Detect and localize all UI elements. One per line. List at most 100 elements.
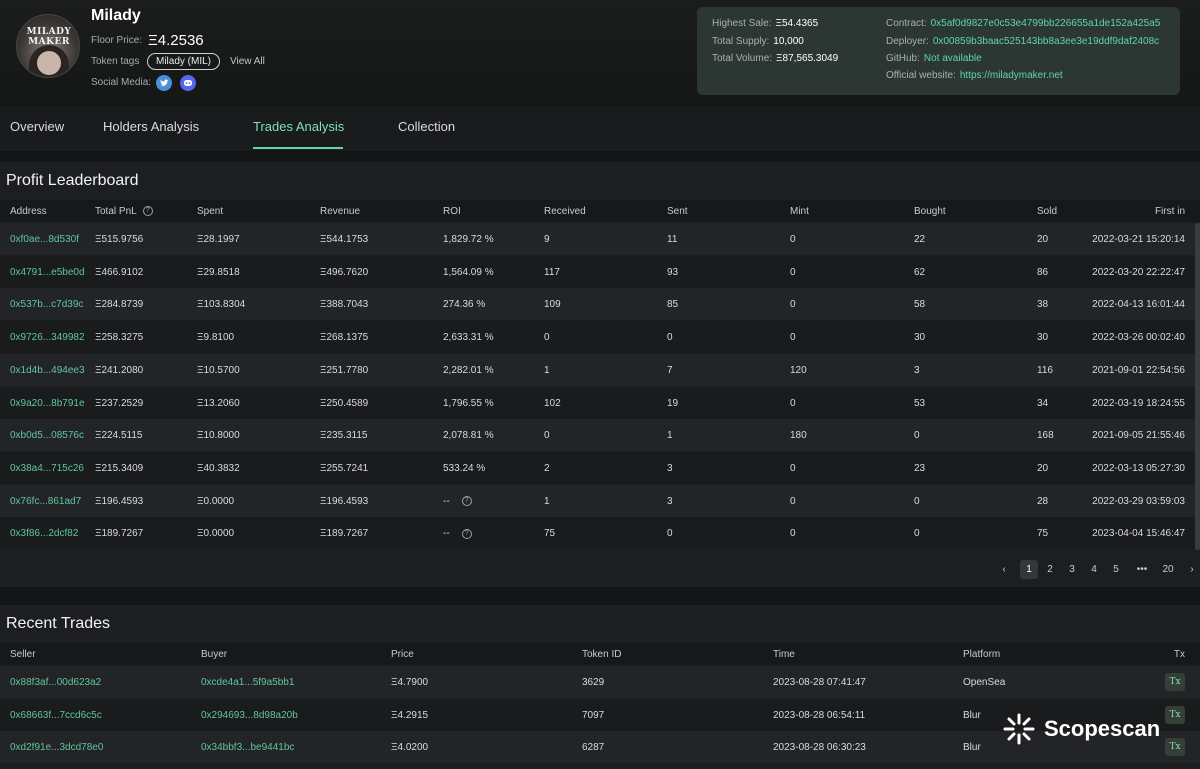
tab-collection[interactable]: Collection <box>398 119 455 134</box>
first-in-cell: 2023-04-04 15:46:47 <box>1092 528 1185 540</box>
pagination-ellipsis[interactable]: ••• <box>1129 560 1155 579</box>
deployer-address-link[interactable]: 0x00859b3baac525143bb8a3ee3e19ddf9daf240… <box>933 36 1159 47</box>
table-row[interactable]: 0x3f86...2dcf82 Ξ189.7267 Ξ0.0000 Ξ189.7267… <box>0 517 1195 550</box>
spent-cell: Ξ0.0000 <box>197 495 235 507</box>
help-icon[interactable]: ? <box>461 528 472 539</box>
table-row[interactable]: 0x76fc...861ad7 Ξ196.4593 Ξ0.0000 Ξ196.4593… <box>0 484 1195 517</box>
avatar-caption: MILADY MAKER <box>26 27 72 47</box>
buyer-address-link[interactable]: 0x294693...8d98a20b <box>201 710 298 721</box>
col-tx: Tx <box>1173 649 1185 660</box>
token-tag[interactable]: Milady (MIL) <box>147 53 221 70</box>
sold-cell: 38 <box>1037 299 1049 311</box>
address-link[interactable]: 0x537b...c7d39c <box>10 299 83 310</box>
tab-overview[interactable]: Overview <box>10 119 64 134</box>
address-link[interactable]: 0xb0d5...08576c <box>10 430 84 441</box>
table-row[interactable]: 0x1d4b...494ee3 Ξ241.2080 Ξ10.5700 Ξ251.778… <box>0 353 1195 386</box>
roi-cell: 1,564.09 % <box>443 266 494 278</box>
official-website-link[interactable]: https://miladymaker.net <box>960 70 1063 81</box>
pagination-next-button[interactable]: › <box>1184 560 1200 579</box>
col-total-pnl: Total PnL? <box>95 206 153 217</box>
mint-cell: 0 <box>790 528 796 540</box>
pagination-page-4[interactable]: 4 <box>1085 560 1103 579</box>
token-id-cell: 7097 <box>582 709 605 721</box>
seller-address-link[interactable]: 0x68663f...7ccd6c5c <box>10 710 102 721</box>
seller-address-link[interactable]: 0x88f3af...00d623a2 <box>10 677 101 688</box>
recent-trades-header-row: Seller Buyer Price Token ID Time Platfor… <box>0 643 1200 665</box>
pagination-page-1[interactable]: 1 <box>1020 560 1038 579</box>
received-cell: 102 <box>544 397 561 409</box>
tab-holders-analysis[interactable]: Holders Analysis <box>103 119 199 134</box>
collection-avatar: MILADY MAKER <box>16 14 80 78</box>
revenue-cell: Ξ189.7267 <box>320 528 369 540</box>
sent-cell: 1 <box>667 430 673 442</box>
address-link[interactable]: 0x76fc...861ad7 <box>10 496 81 507</box>
bought-cell: 0 <box>914 430 920 442</box>
platform-cell: OpenSea <box>963 677 1006 688</box>
sent-cell: 7 <box>667 364 673 376</box>
col-time: Time <box>773 649 795 660</box>
platform-cell: Blur <box>963 742 981 754</box>
first-in-cell: 2021-09-05 21:55:46 <box>1092 430 1185 442</box>
table-row[interactable]: 0xf0ae...8d530f Ξ515.9756 Ξ28.1997 Ξ544.175… <box>0 223 1195 255</box>
pagination-page-2[interactable]: 2 <box>1041 560 1059 579</box>
address-link[interactable]: 0x1d4b...494ee3 <box>10 365 85 376</box>
sold-cell: 34 <box>1037 397 1049 409</box>
roi-cell: --? <box>443 528 472 539</box>
first-in-cell: 2022-03-20 22:22:47 <box>1092 266 1185 278</box>
total-pnl-cell: Ξ466.9102 <box>95 266 144 278</box>
bought-cell: 58 <box>914 299 926 311</box>
tx-link-button[interactable]: Tx <box>1165 705 1185 724</box>
pagination-page-5[interactable]: 5 <box>1107 560 1125 579</box>
leaderboard-scrollbar[interactable] <box>1195 223 1200 550</box>
seller-address-link[interactable]: 0xd2f91e...3dcd78e0 <box>10 742 103 753</box>
help-icon[interactable]: ? <box>142 206 153 217</box>
bought-cell: 62 <box>914 266 926 278</box>
total-pnl-cell: Ξ515.9756 <box>95 234 144 245</box>
first-in-cell: 2022-03-26 00:02:40 <box>1092 332 1185 344</box>
tx-link-button[interactable]: Tx <box>1165 738 1185 757</box>
twitter-icon[interactable] <box>156 75 172 91</box>
help-icon[interactable]: ? <box>461 495 472 506</box>
address-link[interactable]: 0x4791...e5be0d <box>10 267 85 278</box>
total-pnl-cell: Ξ258.3275 <box>95 332 144 344</box>
spent-cell: Ξ29.8518 <box>197 266 240 278</box>
spent-cell: Ξ103.8304 <box>197 299 246 311</box>
roi-cell: 2,633.31 % <box>443 332 494 344</box>
bought-cell: 22 <box>914 234 926 245</box>
table-row[interactable]: 0x537b...c7d39c Ξ284.8739 Ξ103.8304 Ξ388.70… <box>0 288 1195 321</box>
table-row[interactable]: 0x9726...349982 Ξ258.3275 Ξ9.8100 Ξ268.1375… <box>0 321 1195 354</box>
discord-icon[interactable] <box>180 75 196 91</box>
total-pnl-cell: Ξ241.2080 <box>95 364 144 376</box>
sold-cell: 75 <box>1037 528 1049 540</box>
address-link[interactable]: 0x38a4...715c26 <box>10 463 84 474</box>
received-cell: 9 <box>544 234 550 245</box>
scopescan-brand-name: Scopescan <box>1044 716 1161 741</box>
table-row[interactable]: 0xb0d5...08576c Ξ224.5115 Ξ10.8000 Ξ235.311… <box>0 419 1195 452</box>
table-row[interactable]: 0x4791...e5be0d Ξ466.9102 Ξ29.8518 Ξ496.762… <box>0 255 1195 288</box>
view-all-link[interactable]: View All <box>230 56 265 67</box>
table-row[interactable]: 0x88f3af...00d623a2 0xcde4a1...5f9a5bb1 Ξ4… <box>0 666 1200 698</box>
tx-link-button[interactable]: Tx <box>1165 673 1185 691</box>
pagination-page-3[interactable]: 3 <box>1063 560 1081 579</box>
price-cell: Ξ4.2915 <box>391 709 429 721</box>
table-row[interactable]: 0x38a4...715c26 Ξ215.3409 Ξ40.3832 Ξ255.724… <box>0 451 1195 484</box>
pagination-prev-button[interactable]: ‹ <box>995 560 1013 579</box>
address-link[interactable]: 0x3f86...2dcf82 <box>10 528 78 539</box>
sold-cell: 20 <box>1037 234 1049 245</box>
table-row[interactable]: 0x9a20...8b791e Ξ237.2529 Ξ13.2060 Ξ250.458… <box>0 386 1195 419</box>
tab-trades-analysis[interactable]: Trades Analysis <box>253 119 344 134</box>
first-in-cell: 2022-03-13 05:27:30 <box>1092 462 1185 474</box>
buyer-address-link[interactable]: 0x34bbf3...be9441bc <box>201 742 294 753</box>
contract-address-link[interactable]: 0x5af0d9827e0c53e4799bb226655a1de152a425… <box>931 18 1161 29</box>
sent-cell: 3 <box>667 462 673 474</box>
total-volume-label: Total Volume: <box>712 53 773 64</box>
buyer-address-link[interactable]: 0xcde4a1...5f9a5bb1 <box>201 677 294 688</box>
sent-cell: 0 <box>667 332 673 344</box>
col-address: Address <box>10 206 47 217</box>
address-link[interactable]: 0x9a20...8b791e <box>10 398 85 409</box>
pagination-page-last[interactable]: 20 <box>1159 560 1177 579</box>
address-link[interactable]: 0xf0ae...8d530f <box>10 234 79 245</box>
sent-cell: 19 <box>667 397 679 409</box>
floor-price-value: Ξ4.2536 <box>148 32 204 49</box>
address-link[interactable]: 0x9726...349982 <box>10 332 85 343</box>
